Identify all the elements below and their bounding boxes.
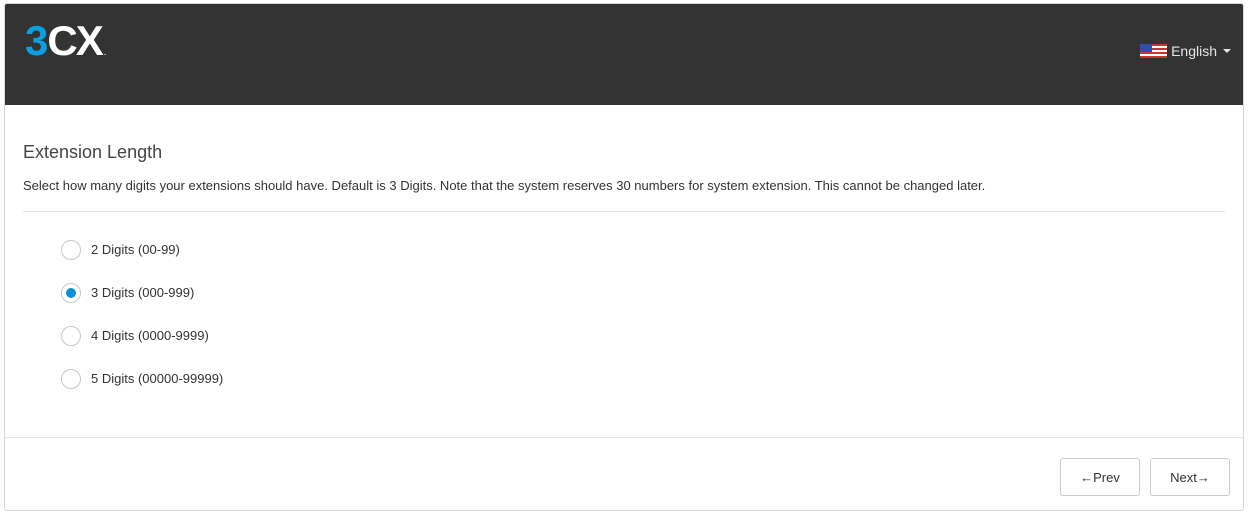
option-label: 2 Digits (00-99) (91, 242, 180, 257)
option-4-digits[interactable]: 4 Digits (0000-9999) (61, 314, 1225, 357)
logo-dot: . (103, 47, 107, 58)
logo-letters: CX (47, 17, 103, 64)
wizard-footer: ←Prev Next→ (5, 437, 1243, 510)
option-5-digits[interactable]: 5 Digits (00000-99999) (61, 357, 1225, 400)
option-3-digits[interactable]: 3 Digits (000-999) (61, 271, 1225, 314)
language-label: English (1171, 43, 1217, 59)
prev-button[interactable]: ←Prev (1060, 458, 1140, 496)
extension-length-radio-group: 2 Digits (00-99) 3 Digits (000-999) 4 Di… (61, 228, 1225, 400)
next-button[interactable]: Next→ (1150, 458, 1230, 496)
radio-button[interactable] (61, 239, 81, 260)
logo-digit: 3 (25, 17, 48, 64)
radio-button-selected[interactable] (61, 282, 81, 303)
option-label: 3 Digits (000-999) (91, 285, 195, 300)
section-divider (23, 211, 1225, 212)
caret-down-icon (1223, 49, 1231, 53)
language-selector[interactable]: English (1140, 43, 1231, 59)
option-2-digits[interactable]: 2 Digits (00-99) (61, 228, 1225, 271)
radio-button[interactable] (61, 325, 81, 346)
radio-button[interactable] (61, 368, 81, 389)
option-label: 4 Digits (0000-9999) (91, 328, 209, 343)
3cx-logo: 3 CX . (25, 18, 107, 64)
wizard-window: 3 CX . English Extension Length Select h… (4, 3, 1244, 511)
us-flag-icon (1140, 44, 1168, 58)
main-content: Extension Length Select how many digits … (23, 105, 1225, 400)
page-title: Extension Length (23, 142, 163, 162)
header-bar: 3 CX . English (5, 4, 1243, 105)
option-label: 5 Digits (00000-99999) (91, 371, 224, 386)
page-description: Select how many digits your extensions s… (23, 178, 986, 193)
